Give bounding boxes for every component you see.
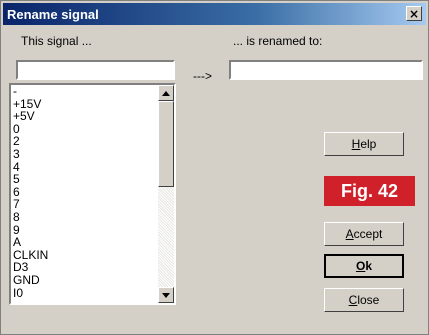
signal-list-item[interactable]: +15V xyxy=(13,97,174,111)
signal-list: - +15V +5V 0 2 3 4 5 6 7 8 9 A CLKIN D3 GND I0 xyxy=(11,85,174,299)
arrow-up-icon xyxy=(162,90,170,96)
vertical-scrollbar[interactable] xyxy=(158,85,174,303)
rename-signal-dialog: Rename signal × This signal ... ... is r… xyxy=(0,0,429,335)
renamed-to-label: ... is renamed to: xyxy=(233,34,323,48)
accept-button[interactable]: Accept xyxy=(324,222,404,246)
title-bar: Rename signal × xyxy=(3,3,426,25)
signal-list-item[interactable]: 9 xyxy=(13,223,174,237)
rename-arrow: ---> xyxy=(193,69,212,83)
this-signal-label: This signal ... xyxy=(21,34,92,48)
signal-list-item[interactable]: +5V xyxy=(13,110,174,123)
signal-list-item[interactable]: 3 xyxy=(13,148,174,161)
signal-list-item[interactable]: 7 xyxy=(13,198,174,211)
arrow-down-icon xyxy=(162,292,170,298)
scroll-down-button[interactable] xyxy=(158,287,174,303)
signal-list-item[interactable]: 0 xyxy=(13,123,174,136)
close-icon: × xyxy=(408,6,420,21)
signal-list-item[interactable]: 8 xyxy=(13,211,174,224)
close-window-button[interactable]: × xyxy=(406,6,422,21)
signal-list-item[interactable]: CLKIN xyxy=(13,249,174,262)
scroll-up-button[interactable] xyxy=(158,85,174,101)
signal-list-item[interactable]: 4 xyxy=(13,160,174,174)
window-title: Rename signal xyxy=(7,6,99,22)
source-signal-input[interactable] xyxy=(16,60,175,80)
signal-list-item[interactable]: - xyxy=(13,85,174,98)
signal-list-item[interactable]: A xyxy=(13,236,174,249)
signal-list-item[interactable]: I0 xyxy=(13,286,174,300)
scroll-thumb[interactable] xyxy=(158,101,174,187)
figure-badge: Fig. 42 xyxy=(324,176,415,206)
signal-listbox[interactable]: - +15V +5V 0 2 3 4 5 6 7 8 9 A CLKIN D3 GND I0 xyxy=(9,83,176,305)
signal-list-item[interactable]: 2 xyxy=(13,135,174,148)
signal-list-item[interactable]: 5 xyxy=(13,173,174,186)
close-button[interactable]: Close xyxy=(324,288,404,312)
signal-list-item[interactable]: GND xyxy=(13,274,174,287)
ok-button[interactable]: Ok xyxy=(324,254,404,278)
signal-list-item[interactable]: 6 xyxy=(13,186,174,199)
target-signal-input[interactable] xyxy=(229,60,423,80)
help-button[interactable]: Help xyxy=(324,132,404,156)
